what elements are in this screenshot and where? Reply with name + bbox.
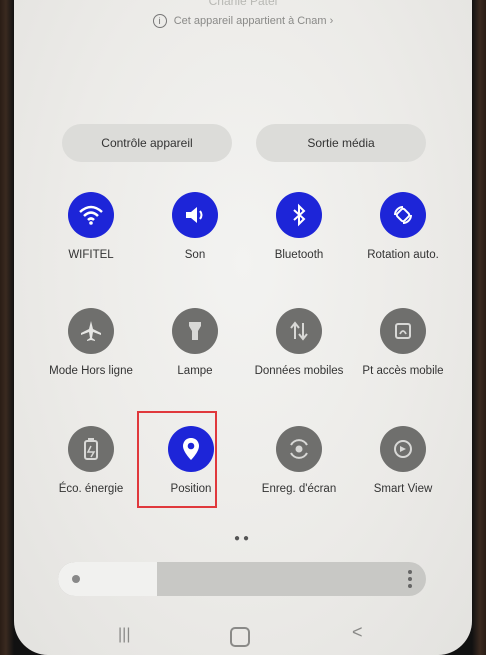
mobile-data-icon	[276, 308, 322, 354]
navigation-bar: ||| <	[14, 620, 472, 650]
chevron-right-icon: ›	[329, 14, 334, 27]
screen-record-icon	[276, 426, 322, 472]
media-output-button[interactable]: Sortie média	[256, 124, 426, 162]
tile-label: Éco. énergie	[58, 483, 124, 495]
bluetooth-icon	[276, 192, 322, 238]
speaker-icon	[172, 192, 218, 238]
tile-label: WIFITEL	[68, 249, 114, 261]
brightness-sun-icon	[72, 575, 80, 583]
tile-label: Rotation auto.	[367, 249, 439, 261]
media-output-label: Sortie média	[307, 136, 375, 150]
tile-label: Pt accès mobile	[362, 365, 444, 377]
tile-label: Lampe	[177, 365, 213, 377]
tile-label: Données mobiles	[254, 365, 344, 377]
hotspot-icon	[380, 308, 426, 354]
tile-battery-saver[interactable]: Éco. énergie	[36, 426, 146, 496]
tile-airplane[interactable]: Mode Hors ligne	[36, 308, 146, 378]
tile-mobile-data[interactable]: Données mobiles	[244, 308, 354, 378]
tile-flashlight[interactable]: Lampe	[140, 308, 250, 378]
tile-wifi[interactable]: WIFITEL	[36, 192, 146, 262]
tile-rotation[interactable]: Rotation auto.	[348, 192, 458, 262]
tile-label: Bluetooth	[274, 249, 324, 261]
tile-sound[interactable]: Son	[140, 192, 250, 262]
brightness-slider[interactable]	[58, 562, 426, 596]
wifi-icon	[68, 192, 114, 238]
smart-view-icon	[380, 426, 426, 472]
tile-label: Mode Hors ligne	[49, 365, 133, 377]
position-tile-highlight-box	[137, 411, 217, 508]
tile-hotspot[interactable]: Pt accès mobile	[348, 308, 458, 378]
owner-name-cut: Charlie Patel	[208, 0, 278, 8]
owner-notice-text: Cet appareil appartient à Cnam	[173, 14, 327, 27]
back-icon[interactable]: <	[352, 622, 363, 643]
flashlight-icon	[172, 308, 218, 354]
quick-settings-panel: Charlie Patel i Cet appareil appartient …	[14, 0, 472, 655]
owner-notice[interactable]: i Cet appareil appartient à Cnam ›	[14, 14, 472, 28]
info-icon: i	[152, 14, 167, 28]
tile-label: Smart View	[373, 483, 433, 495]
more-options-icon[interactable]	[408, 570, 412, 588]
tile-bluetooth[interactable]: Bluetooth	[244, 192, 354, 262]
device-control-label: Contrôle appareil	[101, 136, 193, 150]
rotate-icon	[380, 192, 426, 238]
tile-smart-view[interactable]: Smart View	[348, 426, 458, 496]
airplane-icon	[68, 308, 114, 354]
device-control-button[interactable]: Contrôle appareil	[62, 124, 232, 162]
battery-saver-icon	[68, 426, 114, 472]
tile-label: Enreg. d'écran	[261, 483, 337, 495]
tile-label: Son	[184, 249, 206, 261]
home-icon[interactable]	[230, 627, 250, 647]
page-indicator[interactable]: ●●	[14, 533, 472, 544]
recent-apps-icon[interactable]: |||	[118, 626, 130, 644]
tile-screen-record[interactable]: Enreg. d'écran	[244, 426, 354, 496]
